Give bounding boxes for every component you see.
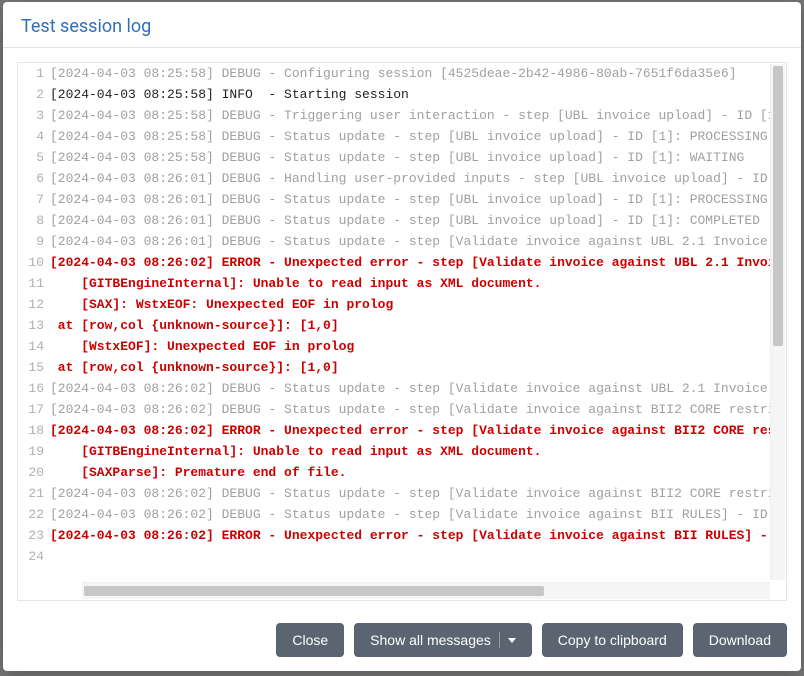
log-line: [2024-04-03 08:26:02] DEBUG - Status upd… [50,483,786,504]
show-all-messages-label: Show all messages [370,632,491,648]
log-line: [GITBEngineInternal]: Unable to read inp… [50,273,786,294]
download-button[interactable]: Download [693,623,787,657]
log-line: at [row,col {unknown-source}]: [1,0] [50,357,786,378]
log-line [50,546,786,567]
log-line: [SAXParse]: Premature end of file. [50,462,786,483]
modal-header: Test session log [3,2,801,48]
line-number: 8 [18,210,44,231]
log-line: at [row,col {unknown-source}]: [1,0] [50,315,786,336]
line-number: 5 [18,147,44,168]
log-line: [2024-04-03 08:26:02] DEBUG - Status upd… [50,399,786,420]
modal-body: 123456789101112131415161718192021222324 … [3,48,801,611]
line-number: 23 [18,525,44,546]
log-line: [GITBEngineInternal]: Unable to read inp… [50,441,786,462]
line-number: 13 [18,315,44,336]
line-number: 10 [18,252,44,273]
log-line: [2024-04-03 08:25:58] DEBUG - Triggering… [50,105,786,126]
download-label: Download [709,632,771,648]
log-line: [2024-04-03 08:26:01] DEBUG - Status upd… [50,189,786,210]
line-number: 3 [18,105,44,126]
line-number: 16 [18,378,44,399]
log-line: [2024-04-03 08:26:02] ERROR - Unexpected… [50,252,786,273]
copy-to-clipboard-button[interactable]: Copy to clipboard [542,623,683,657]
line-number: 11 [18,273,44,294]
line-number: 24 [18,546,44,567]
log-viewer[interactable]: 123456789101112131415161718192021222324 … [17,62,787,601]
line-number: 22 [18,504,44,525]
copy-to-clipboard-label: Copy to clipboard [558,632,667,648]
log-line: [2024-04-03 08:26:01] DEBUG - Status upd… [50,210,786,231]
vertical-scroll-thumb[interactable] [773,66,783,346]
line-number: 6 [18,168,44,189]
log-line: [2024-04-03 08:26:01] DEBUG - Handling u… [50,168,786,189]
log-line: [2024-04-03 08:25:58] DEBUG - Status upd… [50,147,786,168]
close-button[interactable]: Close [276,623,344,657]
log-modal: Test session log 12345678910111213141516… [3,2,801,671]
line-number: 7 [18,189,44,210]
line-number: 19 [18,441,44,462]
show-all-messages-button[interactable]: Show all messages [354,623,532,657]
line-number: 14 [18,336,44,357]
line-number: 4 [18,126,44,147]
log-line: [SAX]: WstxEOF: Unexpected EOF in prolog [50,294,786,315]
line-number-gutter: 123456789101112131415161718192021222324 [18,63,50,600]
vertical-scrollbar[interactable] [770,64,785,580]
close-button-label: Close [292,632,328,648]
log-line: [2024-04-03 08:26:02] ERROR - Unexpected… [50,420,786,441]
line-number: 1 [18,63,44,84]
log-line: [2024-04-03 08:25:58] DEBUG - Status upd… [50,126,786,147]
button-divider [499,632,500,648]
line-number: 15 [18,357,44,378]
log-line: [2024-04-03 08:26:01] DEBUG - Status upd… [50,231,786,252]
modal-footer: Close Show all messages Copy to clipboar… [3,611,801,671]
line-number: 20 [18,462,44,483]
line-number: 18 [18,420,44,441]
line-number: 12 [18,294,44,315]
log-line: [2024-04-03 08:25:58] DEBUG - Configurin… [50,63,786,84]
modal-title: Test session log [21,16,783,37]
line-number: 9 [18,231,44,252]
horizontal-scroll-thumb[interactable] [84,586,544,596]
chevron-down-icon [508,638,516,643]
log-code-area[interactable]: [2024-04-03 08:25:58] DEBUG - Configurin… [50,63,786,600]
line-number: 2 [18,84,44,105]
log-line: [2024-04-03 08:26:02] DEBUG - Status upd… [50,378,786,399]
log-line: [2024-04-03 08:25:58] INFO - Starting se… [50,84,786,105]
line-number: 21 [18,483,44,504]
log-line: [2024-04-03 08:26:02] ERROR - Unexpected… [50,525,786,546]
line-number: 17 [18,399,44,420]
log-line: [2024-04-03 08:26:02] DEBUG - Status upd… [50,504,786,525]
horizontal-scrollbar[interactable] [82,582,770,599]
log-line: [WstxEOF]: Unexpected EOF in prolog [50,336,786,357]
